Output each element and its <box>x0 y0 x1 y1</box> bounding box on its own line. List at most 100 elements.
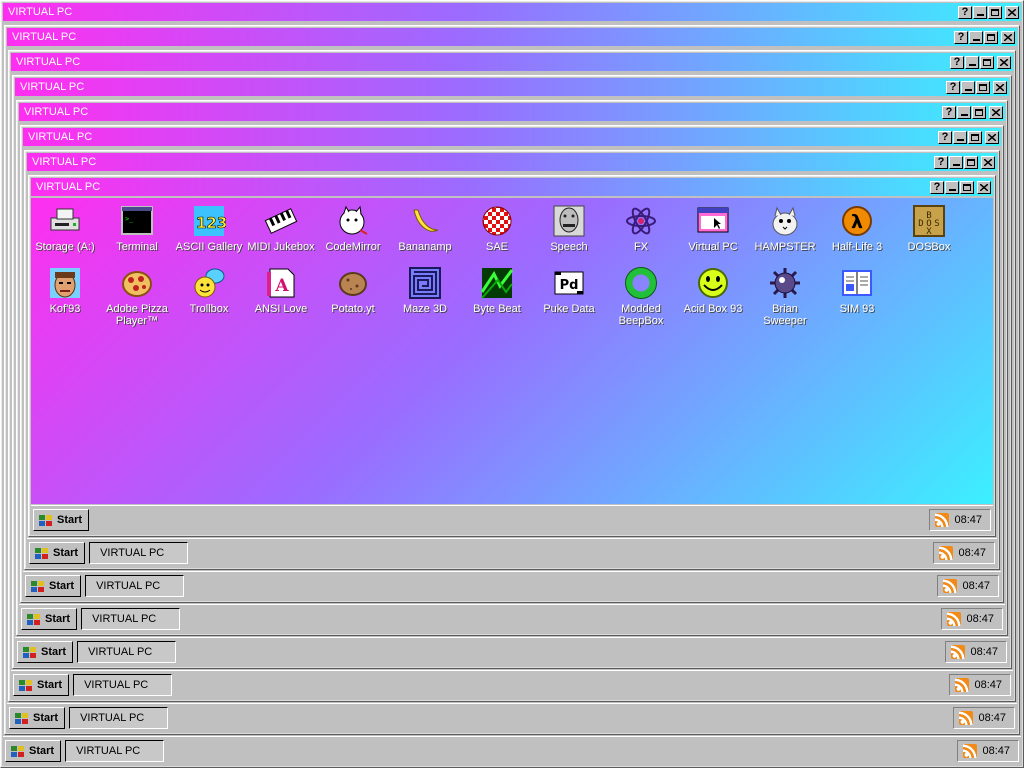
clock: 08:47 <box>974 679 1002 691</box>
taskbar-item-virtual-pc[interactable]: VIRTUAL PC <box>89 542 189 564</box>
desktop-icon-byte-beat[interactable]: Byte Beat <box>461 266 533 315</box>
desktop-icon-ansi-love[interactable]: A ANSI Love <box>245 266 317 315</box>
rss-feed-icon[interactable] <box>963 744 978 758</box>
close-button[interactable] <box>977 180 991 194</box>
lambda-icon: λ <box>840 204 874 238</box>
close-button[interactable] <box>993 80 1007 94</box>
maximize-button[interactable] <box>984 30 998 44</box>
maximize-button[interactable] <box>960 180 974 194</box>
start-button[interactable]: Start <box>17 641 74 663</box>
window-titlebar[interactable]: VIRTUAL PC? <box>11 53 1013 71</box>
desktop-icon-terminal[interactable]: >_ Terminal <box>101 204 173 253</box>
desktop-icon-fx[interactable]: FX <box>605 204 677 253</box>
window-titlebar[interactable]: VIRTUAL PC? <box>15 78 1009 96</box>
start-button[interactable]: Start <box>25 575 82 597</box>
desktop-icon-brian-sweeper[interactable]: Brian Sweeper <box>749 266 821 327</box>
help-button[interactable]: ? <box>930 180 944 194</box>
window-titlebar[interactable]: VIRTUAL PC? <box>19 103 1005 121</box>
desktop-icon-label: ASCII Gallery <box>175 241 243 253</box>
start-button[interactable]: Start <box>9 707 66 729</box>
start-button[interactable]: Start <box>21 608 78 630</box>
desktop-icon-storage-a[interactable]: Storage (A:) <box>29 204 101 253</box>
rss-feed-icon[interactable] <box>947 612 962 626</box>
maximize-button[interactable] <box>972 105 986 119</box>
window-titlebar[interactable]: VIRTUAL PC? <box>27 153 997 171</box>
taskbar-item-virtual-pc[interactable]: VIRTUAL PC <box>81 608 181 630</box>
maximize-button[interactable] <box>980 55 994 69</box>
rss-feed-icon[interactable] <box>935 513 950 527</box>
help-button[interactable]: ? <box>938 130 952 144</box>
minimize-button[interactable] <box>953 130 967 144</box>
desktop-icon-maze-3d[interactable]: Maze 3D <box>389 266 461 315</box>
rss-feed-icon[interactable] <box>959 711 974 725</box>
taskbar-item-virtual-pc[interactable]: VIRTUAL PC <box>77 641 177 663</box>
help-button[interactable]: ? <box>958 5 972 19</box>
desktop-icon-modded-beepbox[interactable]: Modded BeepBox <box>605 266 677 327</box>
close-button[interactable] <box>985 130 999 144</box>
minimize-button[interactable] <box>961 80 975 94</box>
desktop-icon-adobe-pizza-player[interactable]: Adobe Pizza Player™ <box>101 266 173 327</box>
maximize-button[interactable] <box>976 80 990 94</box>
svg-text:λ: λ <box>851 211 863 233</box>
rss-feed-icon[interactable] <box>955 678 970 692</box>
rss-feed-icon[interactable] <box>939 546 954 560</box>
close-button[interactable] <box>1005 5 1019 19</box>
desktop-icon-trollbox[interactable]: Trollbox <box>173 266 245 315</box>
help-button[interactable]: ? <box>942 105 956 119</box>
desktop-icon-half-life-3[interactable]: λ Half-Life 3 <box>821 204 893 253</box>
start-button[interactable]: Start <box>29 542 86 564</box>
maximize-button[interactable] <box>988 5 1002 19</box>
taskbar-item-virtual-pc[interactable]: VIRTUAL PC <box>73 674 173 696</box>
taskbar-item-virtual-pc[interactable]: VIRTUAL PC <box>65 740 165 762</box>
minimize-button[interactable] <box>973 5 987 19</box>
desktop-icon-dosbox[interactable]: B D S X O DOSBox <box>893 204 965 253</box>
close-button[interactable] <box>989 105 1003 119</box>
window-titlebar[interactable]: VIRTUAL PC? <box>7 28 1017 46</box>
help-button[interactable]: ? <box>934 155 948 169</box>
start-label: Start <box>37 679 63 691</box>
desktop-icon-sae[interactable]: SAE <box>461 204 533 253</box>
start-button[interactable]: Start <box>33 509 90 531</box>
desktop-icon-virtual-pc[interactable]: Virtual PC <box>677 204 749 253</box>
svg-text:Pd: Pd <box>560 278 579 293</box>
minimize-button[interactable] <box>957 105 971 119</box>
desktop-icon-potato-yt[interactable]: Potato.yt <box>317 266 389 315</box>
help-button[interactable]: ? <box>954 30 968 44</box>
help-button[interactable]: ? <box>946 80 960 94</box>
start-button[interactable]: Start <box>13 674 70 696</box>
start-button[interactable]: Start <box>5 740 62 762</box>
maximize-button[interactable] <box>968 130 982 144</box>
desktop-icon-puke-data[interactable]: Pd Puke Data <box>533 266 605 315</box>
system-tray: 08:47 <box>953 707 1015 729</box>
minimize-button[interactable] <box>969 30 983 44</box>
rss-feed-icon[interactable] <box>943 579 958 593</box>
minimize-button[interactable] <box>949 155 963 169</box>
desktop-icon-kof-93[interactable]: Kof'93 <box>29 266 101 315</box>
desktop-icon-label: Storage (A:) <box>35 241 95 253</box>
desktop-icon-codemirror[interactable]: CodeMirror <box>317 204 389 253</box>
close-button[interactable] <box>981 155 995 169</box>
minimize-button[interactable] <box>945 180 959 194</box>
close-button[interactable] <box>1001 30 1015 44</box>
taskbar-item-virtual-pc[interactable]: VIRTUAL PC <box>69 707 169 729</box>
close-button[interactable] <box>997 55 1011 69</box>
desktop-icon-hampster[interactable]: HAMPSTER <box>749 204 821 253</box>
desktop-icon-label: Potato.yt <box>331 303 375 315</box>
help-button[interactable]: ? <box>950 55 964 69</box>
desktop-icon-midi-jukebox[interactable]: MIDI Jukebox <box>245 204 317 253</box>
taskbar: Start 08:47 <box>31 505 993 534</box>
desktop-icon-acid-box-93[interactable]: Acid Box 93 <box>677 266 749 315</box>
desktop-icon-ascii-gallery[interactable]: 123 ASCII Gallery <box>173 204 245 253</box>
rss-feed-icon[interactable] <box>951 645 966 659</box>
window-titlebar[interactable]: VIRTUAL PC? <box>31 178 993 196</box>
desktop-icon-speech[interactable]: Speech <box>533 204 605 253</box>
window-titlebar[interactable]: VIRTUAL PC? <box>23 128 1001 146</box>
desktop-area[interactable]: Storage (A:) >_ Terminal 123 ASCII Gallery MI… <box>31 198 993 504</box>
window-titlebar[interactable]: VIRTUAL PC? <box>3 3 1021 21</box>
desktop-icon-label: Acid Box 93 <box>683 303 743 315</box>
desktop-icon-bananamp[interactable]: Bananamp <box>389 204 461 253</box>
desktop-icon-sim-93[interactable]: SIM 93 <box>821 266 893 315</box>
taskbar-item-virtual-pc[interactable]: VIRTUAL PC <box>85 575 185 597</box>
maximize-button[interactable] <box>964 155 978 169</box>
minimize-button[interactable] <box>965 55 979 69</box>
